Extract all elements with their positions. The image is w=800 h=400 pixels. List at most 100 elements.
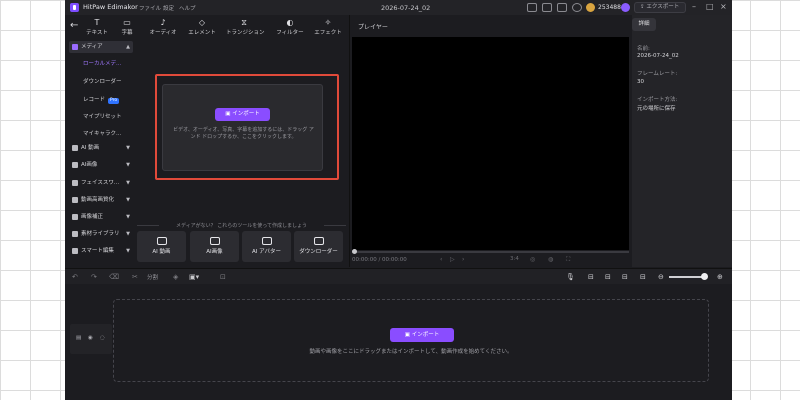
- split-icon[interactable]: ✂: [132, 273, 138, 281]
- library-icon: [72, 231, 78, 237]
- crop-icon[interactable]: ⊡: [220, 273, 226, 281]
- gift-icon[interactable]: [557, 3, 567, 12]
- sidebar-item-smart-edit[interactable]: スマート編集 ▼: [69, 245, 133, 257]
- vip-icon[interactable]: [621, 3, 630, 12]
- tab-effect[interactable]: ✧ エフェクト: [310, 17, 346, 36]
- app-window: HitPaw Edimakor ファイル 設定 ヘルプ 2026-07-24_0…: [65, 0, 732, 400]
- aspect-ratio[interactable]: 3:4: [510, 256, 519, 262]
- sidebar-item-ai-video[interactable]: AI 動画 ▼: [69, 142, 133, 154]
- zoom-out-icon[interactable]: ⊖: [658, 273, 664, 281]
- next-frame-icon[interactable]: ›: [462, 256, 464, 263]
- sidebar-item-face-swap[interactable]: フェイススワ... ▼: [69, 177, 133, 189]
- element-icon: ◇: [198, 18, 206, 27]
- no-media-suggestion: メディアがない？ これらのツールを使って作成しましょう: [135, 222, 348, 229]
- app-name: HitPaw Edimakor: [83, 3, 138, 11]
- ripple-icon[interactable]: ⊟: [622, 273, 628, 281]
- player-scrubber[interactable]: [352, 251, 629, 253]
- export-label: エクスポート: [646, 4, 680, 10]
- image-enhance-icon: [72, 214, 78, 220]
- undo-icon[interactable]: ↶: [72, 273, 78, 281]
- tab-element[interactable]: ◇ エレメント: [184, 17, 220, 36]
- tab-details[interactable]: 詳細: [632, 18, 656, 31]
- sidebar-sub-label: レコード: [83, 97, 106, 103]
- zoom-in-icon[interactable]: ⊕: [717, 273, 723, 281]
- downloader-card[interactable]: ダウンローダー: [294, 231, 343, 262]
- split-label[interactable]: 分割: [147, 273, 158, 281]
- details-panel: 詳細 名前: 2026-07-24_02 フレームレート: 30 インポート方法…: [632, 15, 732, 267]
- import-method-label: インポート方法:: [637, 97, 678, 103]
- smart-edit-icon: [72, 248, 78, 254]
- sidebar-item-media[interactable]: メディア ▲: [69, 41, 133, 53]
- link-icon[interactable]: ⊟: [605, 273, 611, 281]
- filter-icon: ◐: [286, 18, 294, 27]
- ai-image-card[interactable]: AI画像: [190, 231, 239, 262]
- maximize-icon[interactable]: □: [706, 2, 714, 11]
- sidebar-item-label: AI 動画: [81, 145, 100, 151]
- tab-transition[interactable]: ⧖ トランジション: [226, 17, 265, 36]
- chevron-up-icon: ▲: [126, 44, 130, 50]
- menu-settings[interactable]: 設定: [163, 4, 174, 12]
- sidebar-sub-characters[interactable]: マイキャラク...: [83, 129, 121, 137]
- microphone-icon[interactable]: 🎙: [566, 273, 575, 281]
- snapshot-icon[interactable]: ◎: [530, 256, 535, 263]
- track-visibility-icon[interactable]: ◉: [88, 335, 93, 341]
- title-bar: HitPaw Edimakor ファイル 設定 ヘルプ 2026-07-24_0…: [65, 0, 732, 15]
- ai-video-card[interactable]: AI 動画: [137, 231, 186, 262]
- snap-icon[interactable]: ⊟: [588, 273, 594, 281]
- ai-image-icon: [209, 237, 220, 245]
- player-time: 00:00:00 / 00:00:00: [352, 257, 407, 263]
- fullscreen-icon[interactable]: ⛶: [566, 256, 570, 264]
- chevron-down-icon: ▼: [126, 162, 130, 168]
- mail-icon[interactable]: [542, 3, 552, 12]
- sidebar-item-upscale[interactable]: 動画高画質化 ▼: [69, 194, 133, 206]
- sidebar-sub-presets[interactable]: マイプリセット: [83, 112, 122, 120]
- sidebar-sub-downloader[interactable]: ダウンローダー: [83, 77, 122, 85]
- chevron-down-icon: ▼: [126, 248, 130, 254]
- help-icon[interactable]: [572, 3, 582, 12]
- back-arrow-icon[interactable]: ←: [70, 20, 78, 31]
- sidebar-item-label: 画像補正: [81, 214, 104, 220]
- sidebar-item-library[interactable]: 素材ライブラリ ▼: [69, 228, 133, 240]
- sidebar-item-image-enhance[interactable]: 画像補正 ▼: [69, 211, 133, 223]
- ai-video-icon: [72, 145, 78, 151]
- ai-video-icon: [156, 237, 167, 245]
- chevron-down-icon: ▼: [126, 145, 130, 151]
- sidebar: メディア ▲ ローカルメデ... ダウンローダー レコード Pro マイプリセット…: [65, 39, 135, 267]
- marker-icon[interactable]: ◈: [173, 273, 178, 281]
- folder-icon: [72, 44, 78, 50]
- fit-icon[interactable]: ⊟: [640, 273, 646, 281]
- export-button[interactable]: ⇪ エクスポート: [634, 2, 686, 13]
- minimize-icon[interactable]: –: [692, 2, 696, 11]
- player-screen: [352, 37, 629, 250]
- play-icon[interactable]: ▷: [450, 256, 455, 263]
- redo-icon[interactable]: ↷: [91, 273, 97, 281]
- volume-icon[interactable]: ◍: [548, 256, 553, 263]
- menu-help[interactable]: ヘルプ: [179, 4, 196, 12]
- menu-file[interactable]: ファイル: [139, 4, 161, 12]
- tool-tabs: ← T テキスト ▭ 字幕 ♪ オーディオ ◇ エレメント ⧖ トランジション ◐ フィルタ…: [65, 15, 348, 39]
- name-label: 名前:: [637, 46, 650, 52]
- delete-icon[interactable]: ⌫: [109, 273, 119, 281]
- player-title: プレイヤー: [358, 24, 388, 31]
- save-icon[interactable]: [527, 3, 537, 12]
- upscale-icon: [72, 197, 78, 203]
- track-mute-icon[interactable]: ◌: [100, 335, 105, 341]
- ai-avatar-card[interactable]: AI アバター: [242, 231, 291, 262]
- import-button[interactable]: ▣ インポート: [215, 108, 270, 121]
- sidebar-sub-local-media[interactable]: ローカルメデ...: [83, 59, 121, 67]
- tab-subtitle[interactable]: ▭ 字幕: [109, 17, 145, 36]
- scrubber-handle[interactable]: [352, 249, 357, 254]
- sidebar-item-ai-image[interactable]: AI画像 ▼: [69, 159, 133, 171]
- timeline: ▤ ◉ ◌ ▣ インポート 動画や画像をここにドラッグまたはインポートして、動画…: [65, 284, 732, 400]
- freeze-icon[interactable]: ▣▾: [189, 273, 199, 281]
- zoom-slider-handle[interactable]: [701, 273, 708, 280]
- ai-avatar-icon: [261, 237, 272, 245]
- sidebar-sub-record[interactable]: レコード Pro: [83, 95, 120, 104]
- tab-filter[interactable]: ◐ フィルター: [272, 17, 308, 36]
- zoom-slider[interactable]: [669, 276, 705, 278]
- close-icon[interactable]: ×: [720, 2, 727, 11]
- timeline-import-button[interactable]: ▣ インポート: [390, 328, 454, 342]
- tab-audio[interactable]: ♪ オーディオ: [145, 17, 181, 36]
- effect-icon: ✧: [324, 18, 332, 27]
- prev-frame-icon[interactable]: ‹: [440, 256, 442, 263]
